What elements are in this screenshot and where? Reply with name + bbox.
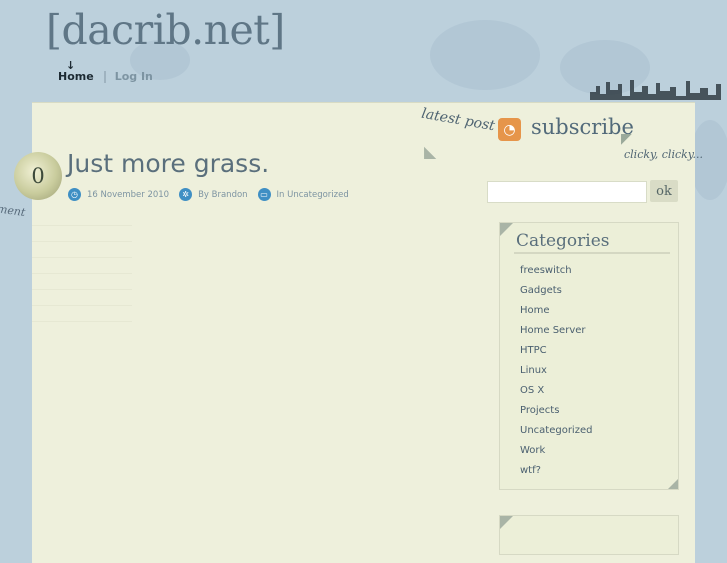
categories-widget: Categories freeswitch Gadgets Home Home … <box>499 222 679 490</box>
category-link[interactable]: HTPC <box>520 343 592 363</box>
category-link[interactable]: Work <box>520 443 592 463</box>
category-link[interactable]: Home Server <box>520 323 592 343</box>
category-link[interactable]: wtf? <box>520 463 592 483</box>
nav-home-link[interactable]: ↓ Home <box>58 59 94 83</box>
nav-home-label: Home <box>58 70 94 83</box>
post-meta: ◷ 16 November 2010 ✲ By Brandon ▭ In Unc… <box>68 188 359 201</box>
nav-divider <box>103 70 106 83</box>
post-title[interactable]: Just more grass. <box>67 149 269 178</box>
post-category: ▭ In Uncategorized <box>257 188 349 201</box>
nav-login-link[interactable]: Log In <box>115 70 153 83</box>
clock-icon: ◷ <box>68 188 81 201</box>
comment-label: omment <box>0 199 27 220</box>
background-splatter <box>430 20 540 90</box>
category-link[interactable]: OS X <box>520 383 592 403</box>
category-link[interactable]: Gadgets <box>520 283 592 303</box>
category-link[interactable]: Home <box>520 303 592 323</box>
corner-decoration <box>500 516 513 529</box>
corner-decoration <box>668 479 678 489</box>
sidebar-widget <box>499 515 679 555</box>
comment-count-badge[interactable]: 0 <box>14 152 62 200</box>
clicky-label: clicky, clicky... <box>624 148 704 161</box>
category-link[interactable]: Projects <box>520 403 592 423</box>
post-date-text: 16 November 2010 <box>87 189 170 200</box>
post-date: ◷ 16 November 2010 <box>68 188 169 201</box>
gear-icon: ✲ <box>179 188 193 201</box>
category-link[interactable]: freeswitch <box>520 263 592 283</box>
title-underline <box>514 252 670 254</box>
category-link[interactable]: Uncategorized <box>520 423 592 443</box>
post-author-text: By Brandon <box>198 189 248 200</box>
folder-icon: ▭ <box>257 188 271 201</box>
search-input[interactable] <box>487 181 647 203</box>
arrow-icon: ◣ <box>424 142 437 161</box>
skyline-decoration <box>590 80 721 100</box>
rss-icon[interactable]: ◔ <box>498 118 521 141</box>
subscribe-link[interactable]: subscribe <box>531 115 634 139</box>
site-title[interactable]: [dacrib.net] <box>46 6 285 54</box>
categories-title: Categories <box>516 231 610 251</box>
search-ok-button[interactable]: ok <box>650 180 678 202</box>
arrow-down-icon: ↓ <box>66 59 76 72</box>
post-author: ✲ By Brandon <box>179 188 248 201</box>
arrow-icon: ◤ <box>621 131 632 147</box>
main-nav: ↓ Home Log In <box>58 59 153 83</box>
paper-lines-decoration <box>32 210 132 330</box>
categories-list: freeswitch Gadgets Home Home Server HTPC… <box>520 263 592 483</box>
category-link[interactable]: Linux <box>520 363 592 383</box>
post-category-text[interactable]: In Uncategorized <box>277 190 349 200</box>
corner-decoration <box>500 223 513 236</box>
